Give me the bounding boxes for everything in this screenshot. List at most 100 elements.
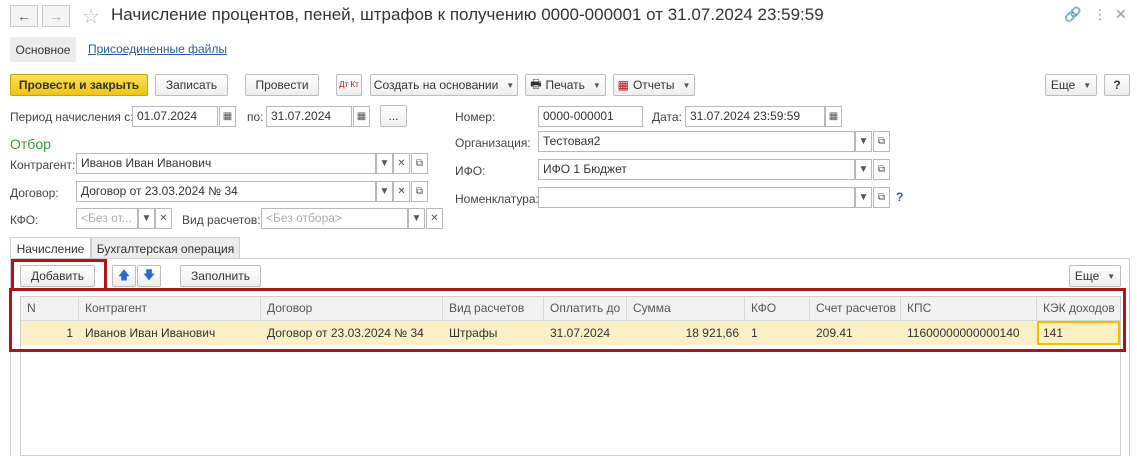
back-button[interactable]: ←	[10, 5, 38, 27]
caret-down-icon: ▼	[592, 80, 601, 90]
column-header[interactable]: Вид расчетов	[443, 297, 544, 321]
cell-account: 209.41	[816, 326, 853, 340]
dt-kt-button[interactable]: Дт Кт	[336, 74, 362, 96]
period-to-label: по:	[247, 110, 264, 124]
open-icon[interactable]: ⧉	[411, 181, 428, 202]
dropdown-icon[interactable]: ▼	[376, 153, 393, 174]
reports-button[interactable]: ▦ Отчеты ▼	[613, 74, 695, 96]
period-from-label: Период начисления с:	[10, 110, 134, 124]
column-header[interactable]: N	[21, 297, 79, 321]
caret-down-icon: ▼	[1083, 80, 1092, 90]
column-header[interactable]: Договор	[261, 297, 443, 321]
organization-label: Организация:	[455, 136, 531, 150]
dropdown-icon[interactable]: ▼	[376, 181, 393, 202]
open-icon[interactable]: ⧉	[873, 159, 890, 180]
filter-title: Отбор	[10, 136, 51, 152]
add-button[interactable]: Добавить	[20, 265, 95, 287]
contract-label: Договор:	[10, 186, 59, 200]
move-down-button[interactable]: 🡇	[137, 265, 161, 287]
link-icon[interactable]: 🔗	[1064, 6, 1081, 23]
table-more-button[interactable]: Еще ▼	[1069, 265, 1121, 287]
column-header[interactable]: Оплатить до	[544, 297, 627, 321]
cell-calc-type: Штрафы	[449, 326, 498, 340]
kfo-label: КФО:	[10, 213, 39, 227]
help-button[interactable]: ?	[1104, 74, 1130, 96]
dropdown-icon[interactable]: ▼	[855, 187, 872, 208]
cell-kfo: 1	[751, 326, 758, 340]
kfo-input[interactable]: <Без от...	[76, 208, 138, 229]
ifo-label: ИФО:	[455, 164, 486, 178]
calendar-icon[interactable]: ▦	[353, 106, 370, 127]
favorite-star-icon[interactable]: ☆	[82, 4, 100, 29]
number-input[interactable]: 0000-000001	[538, 106, 643, 127]
cell-number: 1	[66, 326, 73, 340]
cell-contract: Договор от 23.03.2024 № 34	[267, 326, 424, 340]
column-header[interactable]: КПС	[901, 297, 1037, 321]
table-row[interactable]: 1 Иванов Иван Иванович Договор от 23.03.…	[21, 321, 1120, 345]
calc-type-label: Вид расчетов:	[182, 213, 261, 227]
save-button[interactable]: Записать	[155, 74, 228, 96]
column-header[interactable]: Счет расчетов	[810, 297, 901, 321]
more-button[interactable]: Еще ▼	[1045, 74, 1097, 96]
report-icon: ▦	[617, 78, 629, 92]
calendar-icon[interactable]: ▦	[219, 106, 236, 127]
date-label: Дата:	[652, 110, 682, 124]
cell-kek-income[interactable]: 141	[1037, 321, 1120, 345]
cell-kps: 11600000000000140	[907, 326, 1020, 340]
dropdown-icon[interactable]: ▼	[855, 131, 872, 152]
arrow-down-icon: 🡇	[142, 267, 156, 282]
dropdown-icon[interactable]: ▼	[408, 208, 425, 229]
counterparty-label: Контрагент:	[10, 158, 76, 172]
close-icon[interactable]: ✕	[1115, 6, 1127, 23]
more-vertical-icon[interactable]: ⋮	[1093, 6, 1107, 23]
tab-main[interactable]: Основное	[10, 37, 76, 62]
period-select-button[interactable]: ...	[380, 105, 407, 127]
ifo-input[interactable]: ИФО 1 Бюджет	[538, 159, 855, 180]
create-based-on-button[interactable]: Создать на основании ▼	[370, 74, 518, 96]
fill-button[interactable]: Заполнить	[180, 265, 261, 287]
clear-icon[interactable]: ✕	[426, 208, 443, 229]
arrow-up-icon: 🡅	[117, 267, 131, 282]
calc-type-input[interactable]: <Без отбора>	[261, 208, 408, 229]
printer-icon: 🖶	[530, 76, 542, 91]
date-input[interactable]: 31.07.2024 23:59:59	[685, 106, 825, 127]
column-header[interactable]: КЭК доходов	[1037, 297, 1120, 321]
open-icon[interactable]: ⧉	[411, 153, 428, 174]
organization-input[interactable]: Тестовая2	[538, 131, 855, 152]
dropdown-icon[interactable]: ▼	[855, 159, 872, 180]
move-up-button[interactable]: 🡅	[112, 265, 136, 287]
nomenclature-label: Номенклатура:	[455, 192, 539, 206]
dt-kt-icon: Дт Кт	[339, 80, 359, 89]
period-to-input[interactable]: 31.07.2024	[266, 106, 352, 127]
calendar-icon[interactable]: ▦	[825, 106, 842, 127]
print-button[interactable]: 🖶 Печать ▼	[525, 74, 606, 96]
cell-amount: 18 921,66	[685, 326, 739, 340]
open-icon[interactable]: ⧉	[873, 131, 890, 152]
cell-pay-by: 31.07.2024	[550, 326, 611, 340]
clear-icon[interactable]: ✕	[393, 181, 410, 202]
period-from-input[interactable]: 01.07.2024	[132, 106, 218, 127]
column-header[interactable]: Сумма	[627, 297, 745, 321]
accrual-table: N Контрагент Договор Вид расчетов Оплати…	[20, 296, 1121, 456]
clear-icon[interactable]: ✕	[393, 153, 410, 174]
arrow-left-icon: ←	[17, 8, 31, 24]
nomenclature-input[interactable]	[538, 187, 855, 208]
caret-down-icon: ▼	[1107, 271, 1116, 281]
contract-input[interactable]: Договор от 23.03.2024 № 34	[76, 181, 376, 202]
column-header[interactable]: КФО	[745, 297, 810, 321]
post-and-close-button[interactable]: Провести и закрыть	[10, 74, 148, 96]
forward-button[interactable]: →	[42, 5, 70, 27]
caret-down-icon: ▼	[506, 80, 515, 90]
cell-counterparty: Иванов Иван Иванович	[85, 326, 216, 340]
tab-accrual[interactable]: Начисление	[10, 237, 91, 259]
number-label: Номер:	[455, 110, 496, 124]
open-icon[interactable]: ⧉	[873, 187, 890, 208]
clear-icon[interactable]: ✕	[155, 208, 172, 229]
post-button[interactable]: Провести	[245, 74, 319, 96]
dropdown-icon[interactable]: ▼	[138, 208, 155, 229]
counterparty-input[interactable]: Иванов Иван Иванович	[76, 153, 376, 174]
column-header[interactable]: Контрагент	[79, 297, 261, 321]
tab-attached-files[interactable]: Присоединенные файлы	[88, 42, 227, 56]
tab-accounting-operation[interactable]: Бухгалтерская операция	[91, 237, 240, 259]
help-question-icon[interactable]: ?	[896, 190, 903, 204]
